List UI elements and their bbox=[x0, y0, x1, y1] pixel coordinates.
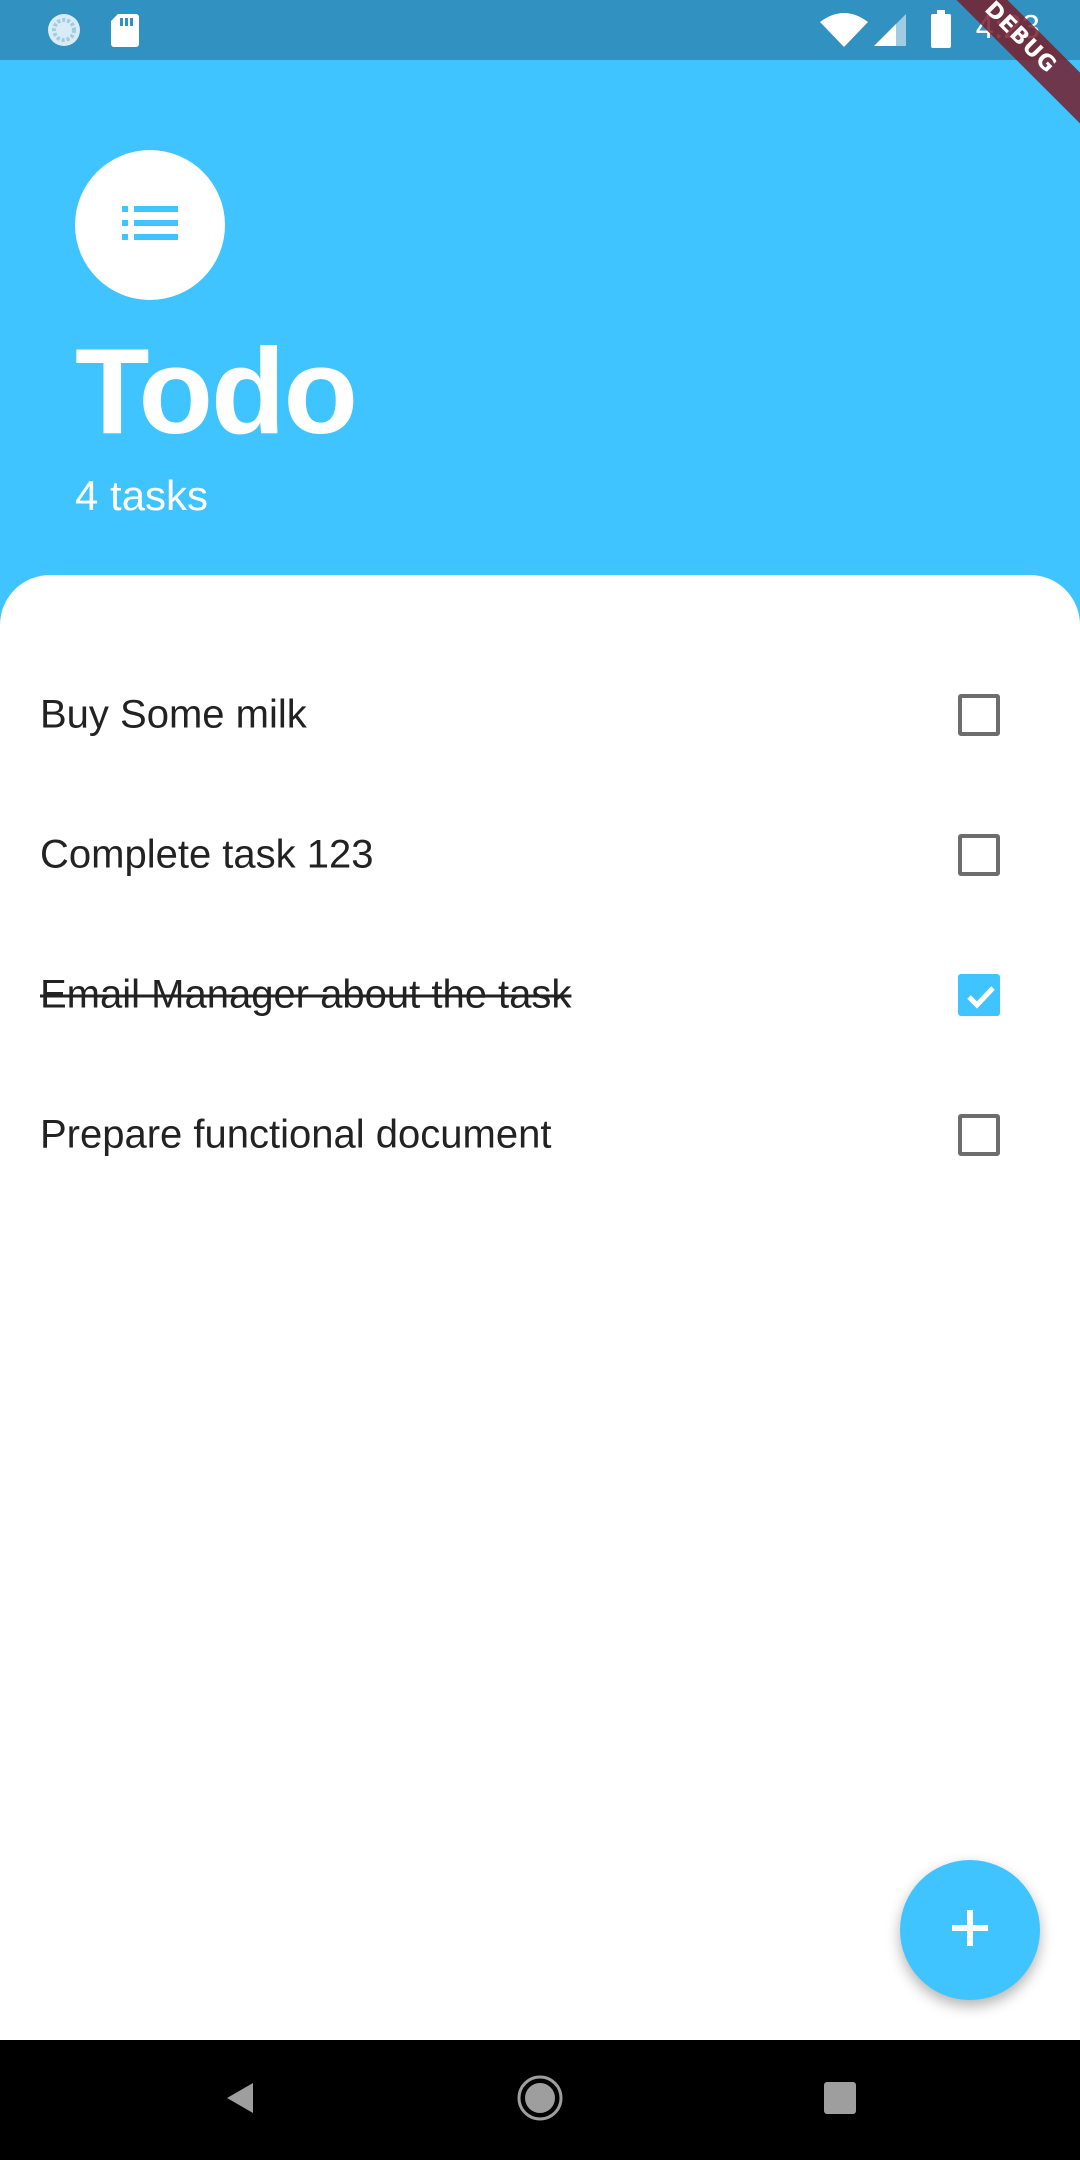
task-checkbox[interactable] bbox=[958, 1114, 1000, 1156]
task-label: Complete task 123 bbox=[40, 832, 374, 877]
task-list-card: Buy Some milk Complete task 123 Email Ma… bbox=[0, 575, 1080, 2040]
battery-icon bbox=[930, 10, 952, 52]
task-label: Prepare functional document bbox=[40, 1112, 552, 1157]
header: Todo 4 tasks bbox=[0, 60, 1080, 580]
add-task-button[interactable] bbox=[900, 1860, 1040, 2000]
avatar bbox=[75, 150, 225, 300]
back-icon bbox=[223, 2081, 257, 2119]
plus-icon bbox=[950, 1908, 990, 1952]
task-label: Buy Some milk bbox=[40, 692, 307, 737]
wifi-icon bbox=[820, 12, 868, 52]
task-item[interactable]: Buy Some milk bbox=[0, 645, 1080, 785]
task-checkbox[interactable] bbox=[958, 974, 1000, 1016]
list-icon bbox=[120, 203, 180, 247]
home-icon bbox=[516, 2074, 564, 2126]
signal-icon bbox=[872, 12, 908, 52]
task-checkbox[interactable] bbox=[958, 834, 1000, 876]
navigation-bar bbox=[0, 2040, 1080, 2160]
task-item[interactable]: Email Manager about the task bbox=[0, 925, 1080, 1065]
task-item[interactable]: Prepare functional document bbox=[0, 1065, 1080, 1205]
task-item[interactable]: Complete task 123 bbox=[0, 785, 1080, 925]
sync-icon bbox=[46, 12, 82, 52]
recents-button[interactable] bbox=[780, 2040, 900, 2160]
status-bar: 4:23 bbox=[0, 0, 1080, 60]
task-list: Buy Some milk Complete task 123 Email Ma… bbox=[0, 645, 1080, 1205]
sd-card-icon bbox=[110, 12, 140, 52]
home-button[interactable] bbox=[480, 2040, 600, 2160]
recents-icon bbox=[824, 2082, 856, 2118]
task-label: Email Manager about the task bbox=[40, 972, 572, 1017]
task-count: 4 tasks bbox=[75, 472, 209, 519]
back-button[interactable] bbox=[180, 2040, 300, 2160]
page-title: Todo bbox=[75, 323, 358, 459]
task-checkbox[interactable] bbox=[958, 694, 1000, 736]
